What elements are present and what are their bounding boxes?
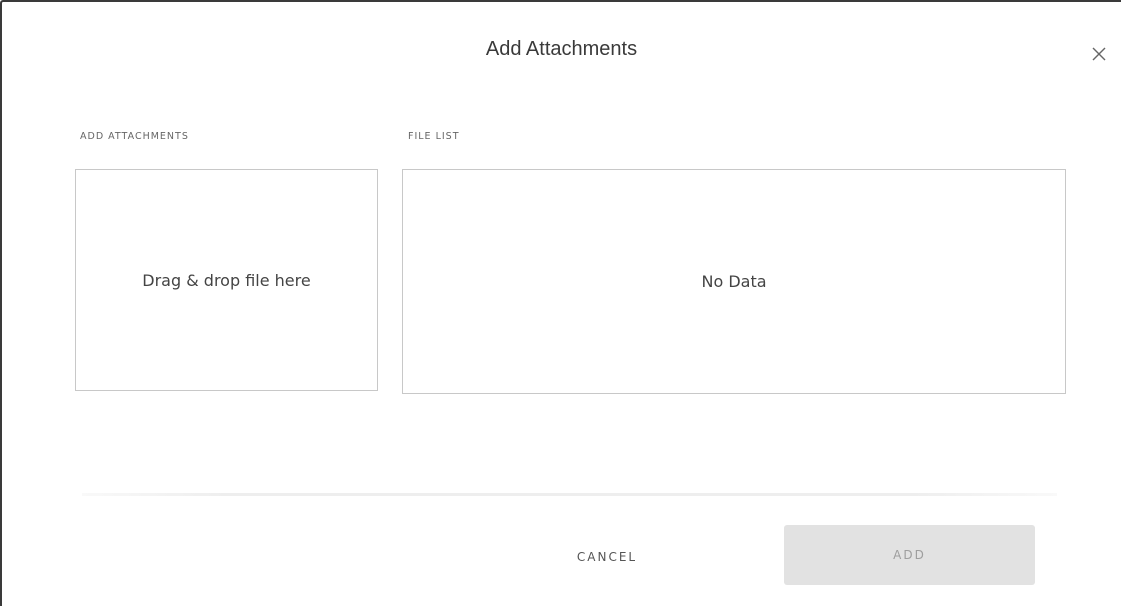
- file-dropzone[interactable]: Drag & drop file here: [75, 169, 378, 391]
- footer-divider: [82, 493, 1057, 496]
- add-attachments-dialog: Add Attachments ADD ATTACHMENTS FILE LIS…: [0, 0, 1121, 606]
- file-list-panel: No Data: [402, 169, 1066, 394]
- close-button[interactable]: [1087, 42, 1111, 66]
- file-list-label: FILE LIST: [408, 131, 460, 142]
- cancel-button[interactable]: CANCEL: [547, 537, 667, 577]
- dropzone-text: Drag & drop file here: [142, 270, 311, 290]
- add-button[interactable]: ADD: [784, 525, 1035, 585]
- no-data-text: No Data: [701, 272, 767, 291]
- dialog-title: Add Attachments: [485, 38, 638, 60]
- add-attachments-label: ADD ATTACHMENTS: [80, 131, 189, 142]
- close-icon: [1092, 47, 1106, 61]
